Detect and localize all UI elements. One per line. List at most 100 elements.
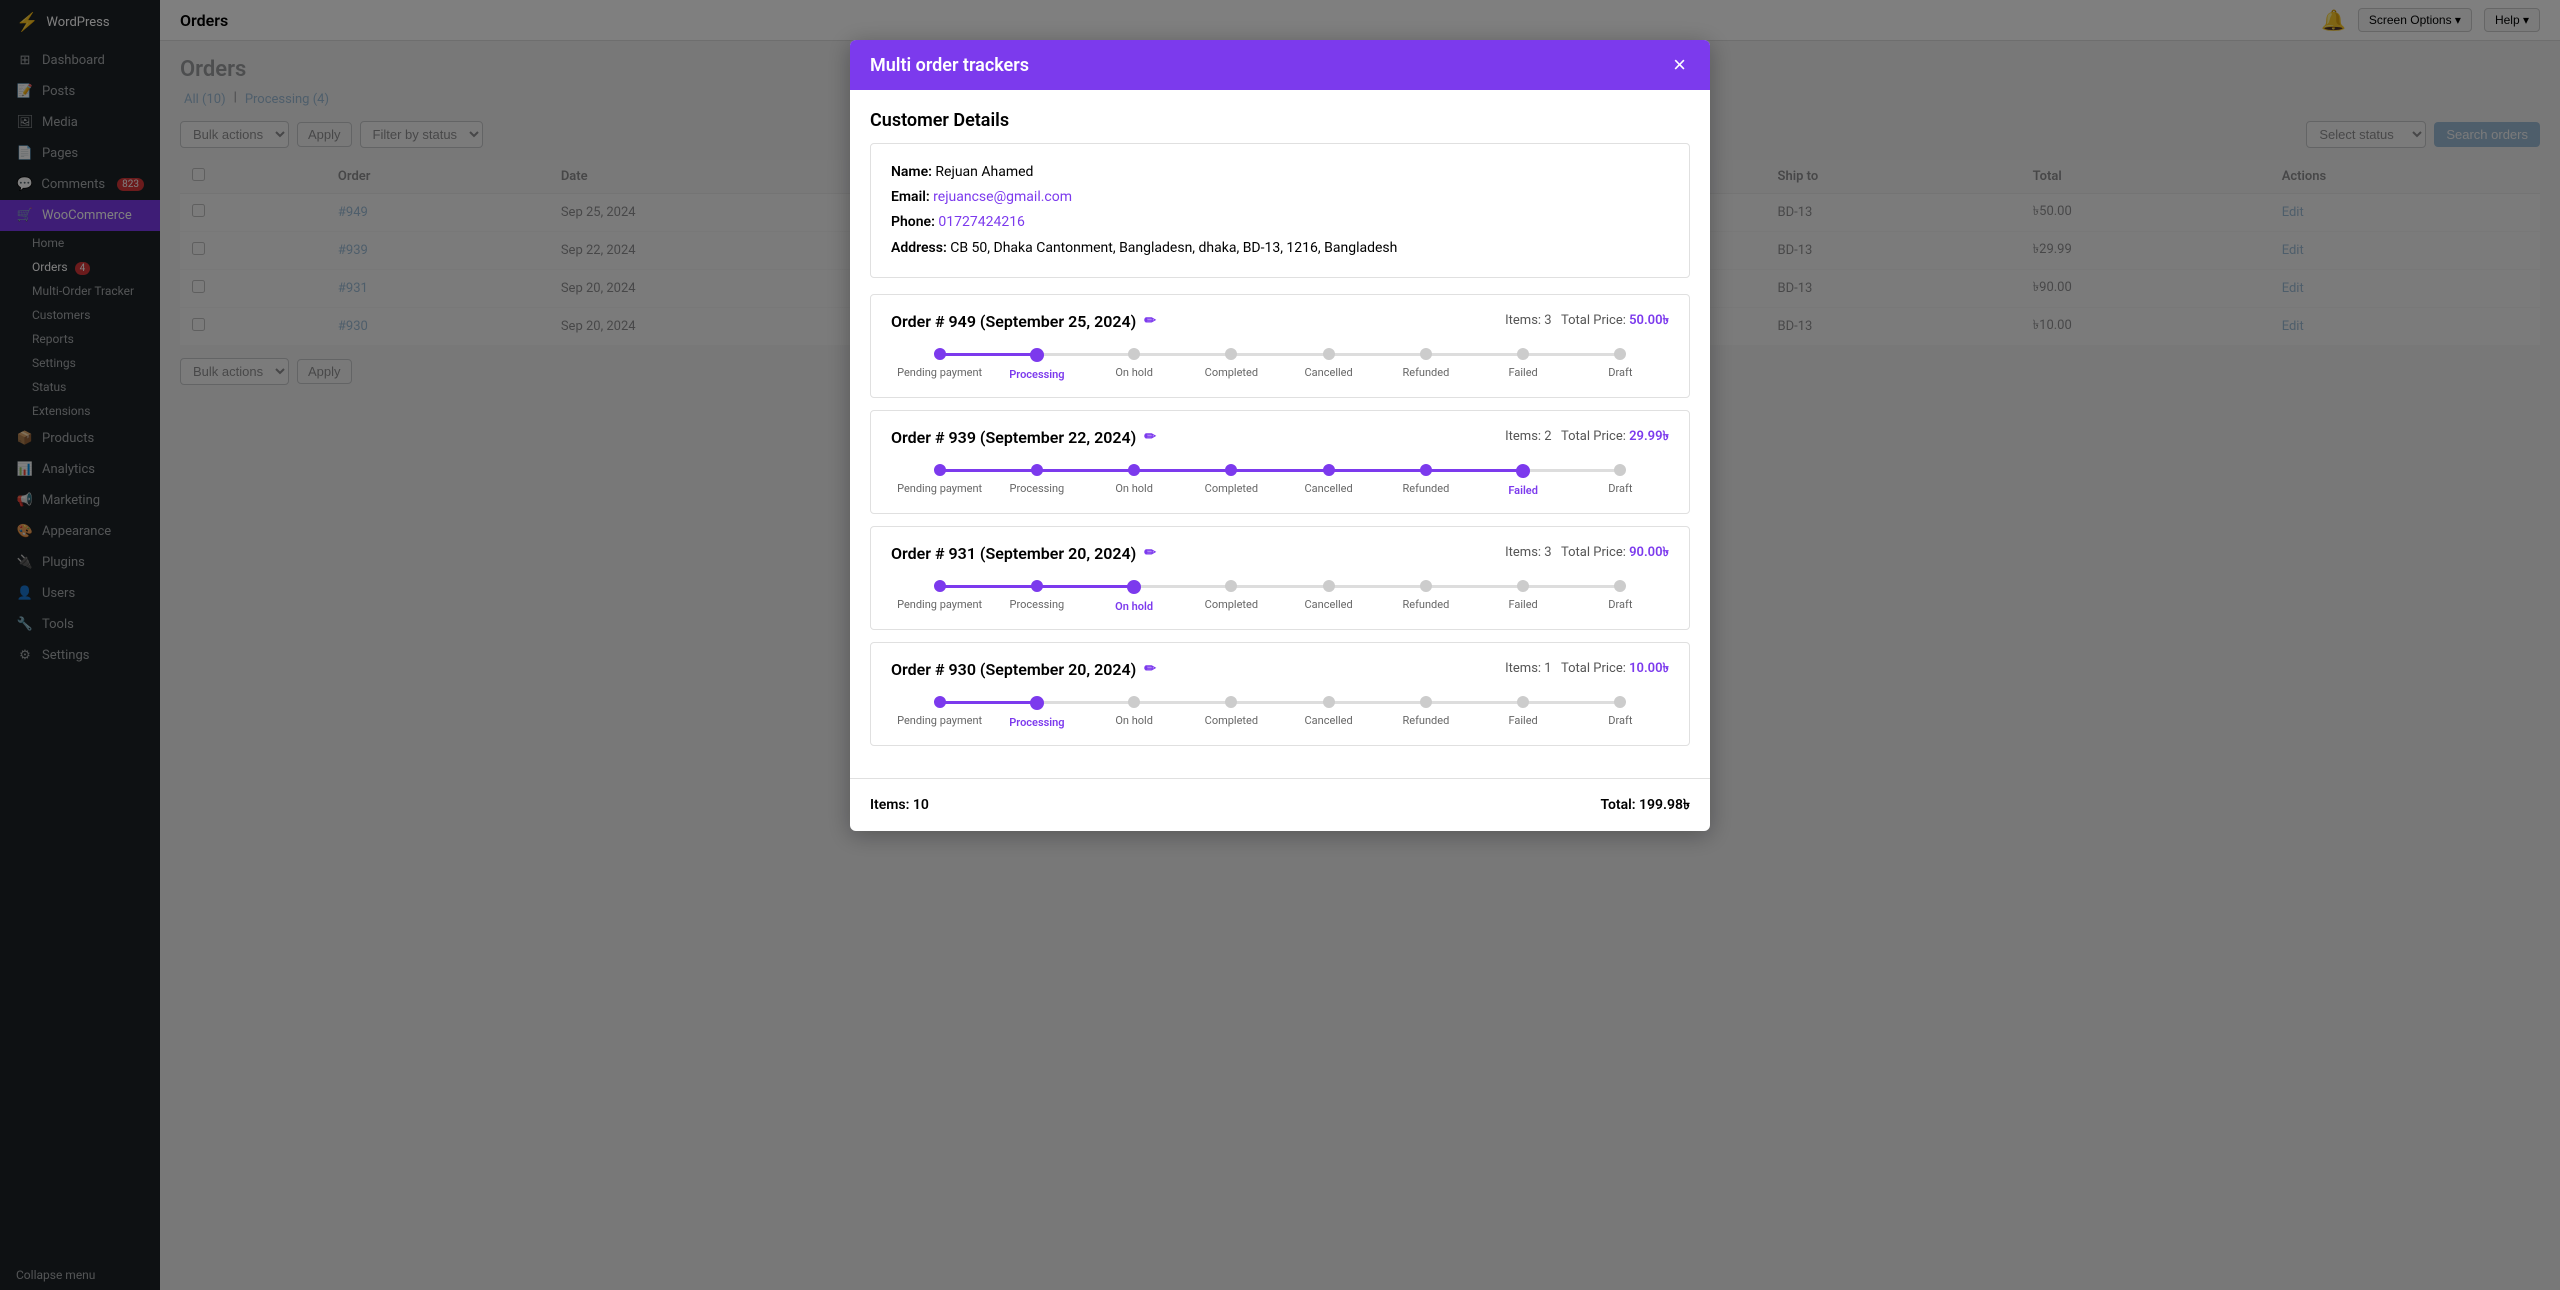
progress-step: Processing [988,464,1085,497]
progress-steps: Pending payment Processing On hold Compl… [891,580,1669,613]
step-dot [1420,464,1432,476]
order-card: Order # 939 (September 22, 2024) ✏ Items… [870,410,1690,514]
progress-step: Processing [988,348,1085,381]
step-dot [1420,696,1432,708]
progress-steps: Pending payment Processing On hold Compl… [891,348,1669,381]
step-label: Cancelled [1305,482,1353,495]
customer-email-row: Email: rejuancse@gmail.com [891,185,1669,210]
order-card-header: Order # 931 (September 20, 2024) ✏ Items… [891,543,1669,564]
step-dot [1323,348,1335,360]
step-dot [1517,348,1529,360]
progress-step: Completed [1183,348,1280,381]
step-dot [1225,696,1237,708]
step-dot [1031,580,1043,592]
step-dot [1030,696,1044,710]
step-dot [934,580,946,592]
order-card-title: Order # 939 (September 22, 2024) ✏ [891,428,1156,447]
step-label: Completed [1205,482,1258,495]
step-dot [1420,580,1432,592]
order-card: Order # 930 (September 20, 2024) ✏ Items… [870,642,1690,746]
progress-tracker: Pending payment Processing On hold Compl… [891,464,1669,497]
order-card-title: Order # 930 (September 20, 2024) ✏ [891,660,1156,679]
step-label: Pending payment [897,366,982,379]
order-meta: Items: 1 Total Price: 10.00৳ [1505,659,1669,680]
progress-step: On hold [1086,348,1183,381]
modal-overlay: Multi order trackers × Customer Details … [0,0,2560,1290]
step-label: Draft [1608,714,1632,727]
email-label: Email: [891,189,930,205]
phone-label: Phone: [891,214,935,230]
progress-step: Pending payment [891,464,988,497]
progress-steps: Pending payment Processing On hold Compl… [891,464,1669,497]
step-label: Completed [1205,366,1258,379]
step-label: Pending payment [897,482,982,495]
progress-step: Failed [1475,464,1572,497]
progress-step: Completed [1183,464,1280,497]
order-edit-icon[interactable]: ✏ [1144,429,1156,445]
modal-footer: Items: 10 Total: 199.98৳ [850,778,1710,831]
order-edit-icon[interactable]: ✏ [1144,545,1156,561]
progress-step: Pending payment [891,348,988,381]
step-label: Failed [1508,366,1537,379]
step-label: On hold [1115,482,1153,495]
step-dot [1614,580,1626,592]
progress-step: Cancelled [1280,464,1377,497]
step-label: Cancelled [1305,598,1353,611]
name-label: Name: [891,164,932,180]
modal-body: Customer Details Name: Rejuan Ahamed Ema… [850,90,1710,778]
progress-step: Pending payment [891,696,988,729]
step-label: Draft [1608,366,1632,379]
step-label: Cancelled [1305,366,1353,379]
progress-step: Draft [1572,464,1669,497]
step-label: Completed [1205,598,1258,611]
step-dot [1128,464,1140,476]
address-label: Address: [891,240,947,256]
progress-step: Refunded [1377,348,1474,381]
step-label: Draft [1608,482,1632,495]
order-edit-icon[interactable]: ✏ [1144,661,1156,677]
progress-step: Completed [1183,696,1280,729]
progress-tracker: Pending payment Processing On hold Compl… [891,580,1669,613]
progress-step: Refunded [1377,464,1474,497]
step-dot [934,348,946,360]
step-dot [1614,348,1626,360]
order-meta: Items: 3 Total Price: 90.00৳ [1505,543,1669,564]
step-dot [1323,580,1335,592]
progress-step: Failed [1475,580,1572,613]
progress-step: Processing [988,580,1085,613]
order-card-header: Order # 930 (September 20, 2024) ✏ Items… [891,659,1669,680]
step-label: Processing [1010,482,1065,495]
step-label: Processing [1009,368,1064,381]
step-dot [1127,580,1141,594]
phone-link[interactable]: 01727424216 [938,214,1025,230]
step-dot [1225,348,1237,360]
step-label: Failed [1508,484,1538,497]
step-label: Processing [1010,598,1065,611]
step-dot [1030,348,1044,362]
step-dot [1031,464,1043,476]
email-link[interactable]: rejuancse@gmail.com [933,189,1072,205]
customer-phone-row: Phone: 01727424216 [891,210,1669,235]
customer-details-section: Name: Rejuan Ahamed Email: rejuancse@gma… [870,143,1690,278]
step-dot [1128,348,1140,360]
progress-step: Failed [1475,696,1572,729]
step-label: On hold [1115,600,1153,613]
progress-step: Completed [1183,580,1280,613]
order-edit-icon[interactable]: ✏ [1144,313,1156,329]
order-card-title: Order # 931 (September 20, 2024) ✏ [891,544,1156,563]
step-label: Refunded [1402,598,1449,611]
step-label: Refunded [1402,714,1449,727]
step-label: Pending payment [897,598,982,611]
step-label: On hold [1115,714,1153,727]
modal-close-button[interactable]: × [1669,54,1690,76]
step-dot [1225,580,1237,592]
progress-step: On hold [1086,464,1183,497]
customer-name-row: Name: Rejuan Ahamed [891,160,1669,185]
order-card: Order # 931 (September 20, 2024) ✏ Items… [870,526,1690,630]
progress-step: Processing [988,696,1085,729]
progress-step: Draft [1572,696,1669,729]
progress-steps: Pending payment Processing On hold Compl… [891,696,1669,729]
order-meta: Items: 2 Total Price: 29.99৳ [1505,427,1669,448]
step-dot [1517,696,1529,708]
modal-title: Multi order trackers [870,55,1029,76]
